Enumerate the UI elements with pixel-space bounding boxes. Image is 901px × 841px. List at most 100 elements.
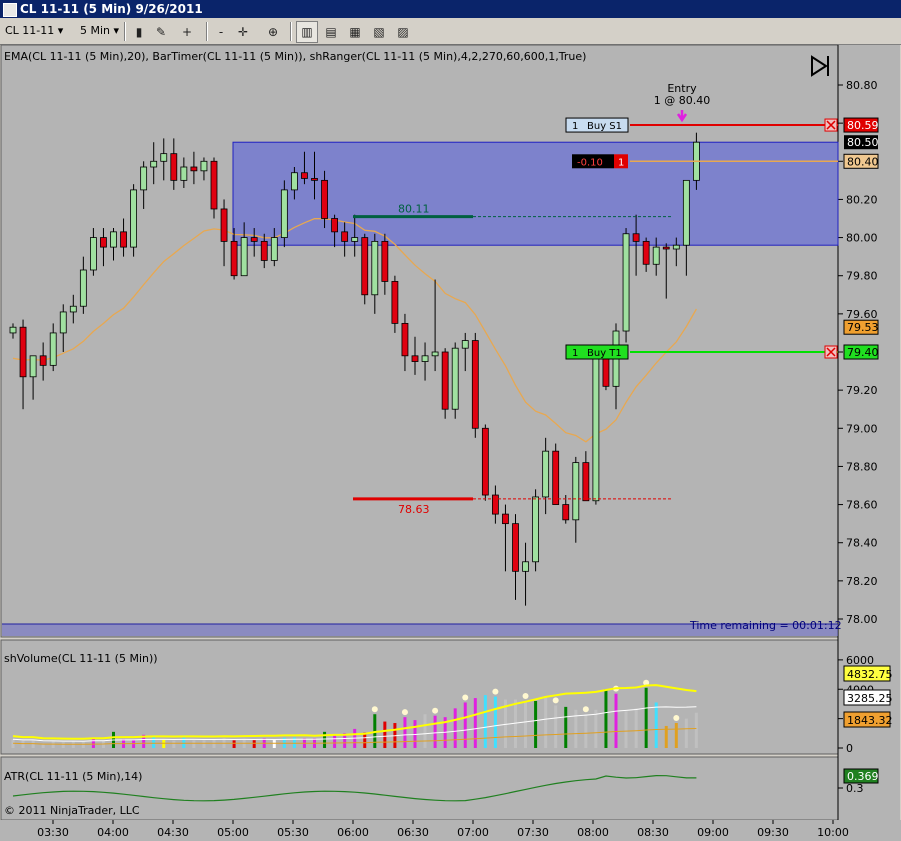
candle[interactable]: [331, 218, 339, 233]
candle[interactable]: [170, 153, 178, 181]
stop-order-qty: 1: [572, 121, 578, 132]
candle[interactable]: [280, 189, 288, 238]
candle[interactable]: [461, 340, 469, 349]
candle[interactable]: [100, 237, 107, 248]
candle[interactable]: [160, 153, 168, 162]
entry-detail: 1 @ 80.40: [654, 94, 710, 107]
candle[interactable]: [502, 513, 509, 525]
last-price-label: 80.50: [847, 136, 879, 149]
candle[interactable]: [19, 326, 27, 378]
time-tick-label: 08:00: [577, 826, 609, 839]
candle[interactable]: [180, 166, 188, 181]
candle[interactable]: [391, 281, 399, 324]
candle[interactable]: [200, 160, 208, 172]
candle[interactable]: [220, 208, 228, 242]
snapshot-icon[interactable]: ▨: [392, 21, 414, 43]
candle[interactable]: [622, 233, 630, 332]
volume-bar: [473, 698, 477, 748]
candle[interactable]: [341, 231, 349, 242]
candle[interactable]: [361, 237, 369, 296]
candle[interactable]: [49, 332, 57, 366]
candle[interactable]: [59, 311, 67, 334]
chart-trader-icon[interactable]: ▥: [296, 21, 318, 43]
candle[interactable]: [552, 450, 560, 505]
candle[interactable]: [321, 179, 328, 219]
candle[interactable]: [632, 233, 640, 242]
candle[interactable]: [230, 240, 238, 277]
candle[interactable]: [451, 347, 459, 410]
zoom-icon[interactable]: ⊕: [262, 21, 284, 43]
volume-spike-dot: [582, 706, 589, 713]
candle[interactable]: [421, 355, 429, 362]
candle[interactable]: [481, 427, 489, 496]
candle[interactable]: [522, 561, 529, 572]
candle[interactable]: [301, 172, 308, 179]
properties-icon[interactable]: ▤: [320, 21, 342, 43]
candle[interactable]: [150, 160, 158, 168]
interval-selector[interactable]: 5 Min ▾: [80, 22, 119, 40]
candle[interactable]: [642, 240, 650, 265]
crosshair-icon[interactable]: ✛: [232, 21, 254, 43]
candle[interactable]: [532, 496, 539, 563]
candle[interactable]: [290, 172, 298, 191]
candle[interactable]: [240, 237, 248, 277]
candle[interactable]: [351, 237, 359, 242]
candle[interactable]: [79, 269, 87, 307]
instrument-selector[interactable]: CL 11-11 ▾: [5, 22, 63, 40]
candle[interactable]: [260, 240, 268, 261]
candle[interactable]: [90, 237, 97, 271]
volume-bar: [654, 702, 658, 748]
candle[interactable]: [672, 244, 680, 250]
bar-type-icon[interactable]: ▮: [128, 21, 150, 43]
candle[interactable]: [401, 322, 409, 357]
candle[interactable]: [652, 246, 660, 265]
candle[interactable]: [582, 462, 590, 502]
instrument-label: CL 11-11: [5, 24, 55, 37]
candle[interactable]: [542, 450, 550, 498]
title-bar: CL 11-11 (5 Min) 9/26/2011: [0, 0, 901, 18]
candle[interactable]: [381, 240, 389, 282]
candle[interactable]: [572, 462, 580, 521]
volume-bar: [232, 740, 236, 748]
volume-bar: [423, 714, 427, 748]
candle[interactable]: [562, 504, 570, 521]
candle[interactable]: [120, 231, 127, 248]
candle[interactable]: [592, 357, 600, 502]
volume-label: shVolume(CL 11-11 (5 Min)): [4, 652, 158, 665]
candle[interactable]: [512, 523, 519, 572]
candle[interactable]: [602, 357, 610, 387]
candle[interactable]: [371, 240, 379, 296]
candle[interactable]: [210, 160, 218, 210]
candle[interactable]: [491, 494, 499, 515]
candle[interactable]: [9, 326, 17, 334]
candle[interactable]: [311, 178, 318, 181]
time-tick-label: 08:30: [637, 826, 669, 839]
draw-tool-icon[interactable]: ✎: [150, 21, 172, 43]
zoom-out-icon[interactable]: -: [210, 21, 232, 43]
chart-area[interactable]: 80.8080.6080.4080.2080.0079.8079.6079.40…: [0, 44, 901, 841]
price-tick-label: 79.20: [846, 384, 878, 397]
volume-bar: [694, 712, 698, 748]
candle[interactable]: [250, 237, 258, 242]
time-tick-label: 10:00: [817, 826, 849, 839]
candle[interactable]: [270, 237, 278, 261]
data-box-icon[interactable]: ▧: [368, 21, 390, 43]
volume-bar: [554, 705, 558, 748]
candle[interactable]: [69, 305, 77, 313]
strategies-icon[interactable]: ▦: [344, 21, 366, 43]
range-low-label: 78.63: [398, 503, 430, 516]
candle[interactable]: [682, 179, 690, 246]
candle[interactable]: [431, 351, 439, 357]
candle[interactable]: [39, 355, 47, 366]
candle[interactable]: [441, 351, 449, 410]
candle[interactable]: [471, 340, 479, 429]
add-indicator-icon[interactable]: +: [176, 21, 198, 43]
candle[interactable]: [662, 246, 670, 250]
candle[interactable]: [140, 166, 148, 191]
candle[interactable]: [110, 231, 117, 248]
price-tick-label: 78.00: [846, 613, 878, 626]
candle[interactable]: [411, 355, 419, 362]
candle[interactable]: [190, 166, 198, 172]
candle[interactable]: [130, 189, 138, 248]
candle[interactable]: [29, 355, 37, 378]
